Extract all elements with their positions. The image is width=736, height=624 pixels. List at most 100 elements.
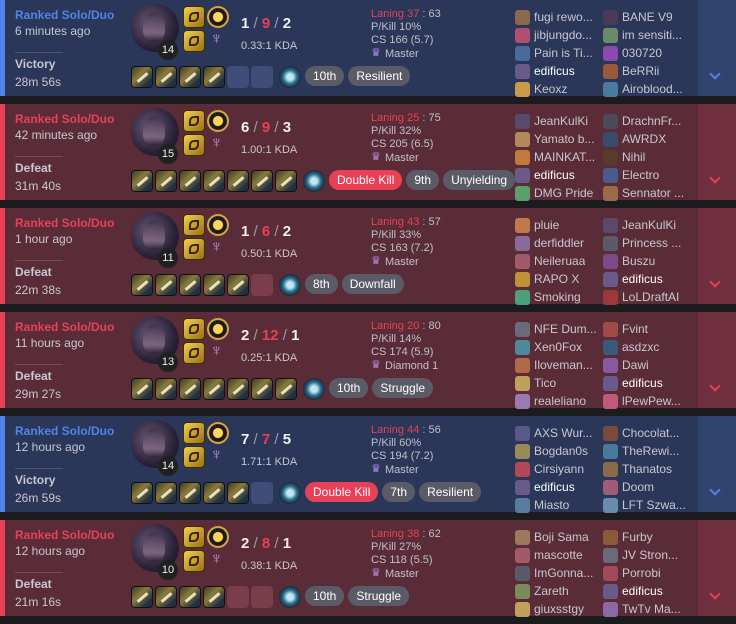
team-player[interactable]: asdzxc	[603, 338, 687, 356]
match-row[interactable]: Ranked Solo/Duo 1 hour ago Defeat 22m 38…	[0, 208, 736, 306]
team-player[interactable]: TheRewi...	[603, 442, 687, 460]
ward-icon[interactable]	[303, 378, 325, 400]
match-row[interactable]: Ranked Solo/Duo 42 minutes ago Defeat 31…	[0, 104, 736, 202]
team-player[interactable]: Cirsiyann	[515, 460, 599, 478]
team-player[interactable]: Pain is Ti...	[515, 44, 599, 62]
summoner-spell-icon[interactable]	[183, 342, 205, 364]
team-player[interactable]: giuxsstgy	[515, 600, 599, 618]
item-icon[interactable]	[131, 586, 153, 608]
team-player[interactable]: Buszu	[603, 252, 687, 270]
team-player[interactable]: edificus	[515, 478, 599, 496]
team-player[interactable]: AWRDX	[603, 130, 687, 148]
team-player[interactable]: Airoblood...	[603, 80, 687, 98]
item-icon[interactable]	[155, 378, 177, 400]
team-player[interactable]: edificus	[603, 270, 687, 288]
expand-button[interactable]	[698, 208, 736, 304]
keystone-rune-icon[interactable]	[207, 214, 229, 236]
team-player[interactable]: Iloveman...	[515, 356, 599, 374]
summoner-spell-icon[interactable]	[183, 550, 205, 572]
item-icon[interactable]	[131, 274, 153, 296]
keystone-rune-icon[interactable]	[207, 422, 229, 444]
team-player[interactable]: TwTv Ma...	[603, 600, 687, 618]
ward-icon[interactable]	[279, 482, 301, 504]
item-icon[interactable]	[203, 586, 225, 608]
secondary-rune-icon[interactable]	[207, 341, 229, 364]
team-player[interactable]: Doom	[603, 478, 687, 496]
empty-item-slot[interactable]	[227, 586, 249, 608]
item-icon[interactable]	[131, 482, 153, 504]
team-player[interactable]: Boji Sama	[515, 528, 599, 546]
match-row[interactable]: Ranked Solo/Duo 12 hours ago Victory 26m…	[0, 416, 736, 514]
team-player[interactable]: Sennator ...	[603, 184, 687, 202]
team-player[interactable]: Miasto	[515, 496, 599, 514]
team-player[interactable]: RAPO X	[515, 270, 599, 288]
item-icon[interactable]	[155, 274, 177, 296]
team-player[interactable]: Thanatos	[603, 460, 687, 478]
team-player[interactable]: BANE V9	[603, 8, 687, 26]
empty-item-slot[interactable]	[251, 586, 273, 608]
keystone-rune-icon[interactable]	[207, 110, 229, 132]
team-player[interactable]: Xen0Fox	[515, 338, 599, 356]
item-icon[interactable]	[179, 170, 201, 192]
team-player[interactable]: edificus	[515, 166, 599, 184]
summoner-spell-icon[interactable]	[183, 214, 205, 236]
item-icon[interactable]	[227, 170, 249, 192]
team-player[interactable]: im sensiti...	[603, 26, 687, 44]
summoner-spell-icon[interactable]	[183, 30, 205, 52]
item-icon[interactable]	[251, 170, 273, 192]
team-player[interactable]: LFT Szwa...	[603, 496, 687, 514]
team-player[interactable]: Yamato b...	[515, 130, 599, 148]
item-icon[interactable]	[131, 66, 153, 88]
team-player[interactable]: pluie	[515, 216, 599, 234]
match-row[interactable]: Ranked Solo/Duo 11 hours ago Defeat 29m …	[0, 312, 736, 410]
item-icon[interactable]	[275, 378, 297, 400]
item-icon[interactable]	[203, 378, 225, 400]
summoner-spell-icon[interactable]	[183, 422, 205, 444]
team-player[interactable]: Electro	[603, 166, 687, 184]
expand-button[interactable]	[698, 0, 736, 96]
item-icon[interactable]	[155, 170, 177, 192]
team-player[interactable]: JV Stron...	[603, 546, 687, 564]
keystone-rune-icon[interactable]	[207, 6, 229, 28]
team-player[interactable]: Smoking	[515, 288, 599, 306]
team-player[interactable]: Porrobi	[603, 564, 687, 582]
team-player[interactable]: NFE Dum...	[515, 320, 599, 338]
team-player[interactable]: lPewPew...	[603, 392, 687, 410]
team-player[interactable]: mascotte	[515, 546, 599, 564]
team-player[interactable]: fugi rewo...	[515, 8, 599, 26]
expand-button[interactable]	[698, 312, 736, 408]
item-icon[interactable]	[155, 482, 177, 504]
expand-button[interactable]	[698, 520, 736, 616]
ward-icon[interactable]	[279, 274, 301, 296]
empty-item-slot[interactable]	[227, 66, 249, 88]
keystone-rune-icon[interactable]	[207, 526, 229, 548]
item-icon[interactable]	[275, 170, 297, 192]
summoner-spell-icon[interactable]	[183, 238, 205, 260]
secondary-rune-icon[interactable]	[207, 237, 229, 260]
item-icon[interactable]	[155, 586, 177, 608]
item-icon[interactable]	[179, 274, 201, 296]
item-icon[interactable]	[203, 170, 225, 192]
team-player[interactable]: edificus	[603, 374, 687, 392]
summoner-spell-icon[interactable]	[183, 318, 205, 340]
item-icon[interactable]	[179, 378, 201, 400]
summoner-spell-icon[interactable]	[183, 6, 205, 28]
secondary-rune-icon[interactable]	[207, 29, 229, 52]
team-player[interactable]: JeanKulKi	[515, 112, 599, 130]
item-icon[interactable]	[203, 482, 225, 504]
team-player[interactable]: Neileruaa	[515, 252, 599, 270]
expand-button[interactable]	[698, 416, 736, 512]
team-player[interactable]: realeliano	[515, 392, 599, 410]
item-icon[interactable]	[227, 378, 249, 400]
secondary-rune-icon[interactable]	[207, 445, 229, 468]
item-icon[interactable]	[131, 170, 153, 192]
item-icon[interactable]	[131, 378, 153, 400]
item-icon[interactable]	[227, 482, 249, 504]
secondary-rune-icon[interactable]	[207, 549, 229, 572]
empty-item-slot[interactable]	[251, 274, 273, 296]
summoner-spell-icon[interactable]	[183, 526, 205, 548]
team-player[interactable]: BeRRii	[603, 62, 687, 80]
secondary-rune-icon[interactable]	[207, 133, 229, 156]
team-player[interactable]: Tico	[515, 374, 599, 392]
expand-button[interactable]	[698, 104, 736, 200]
